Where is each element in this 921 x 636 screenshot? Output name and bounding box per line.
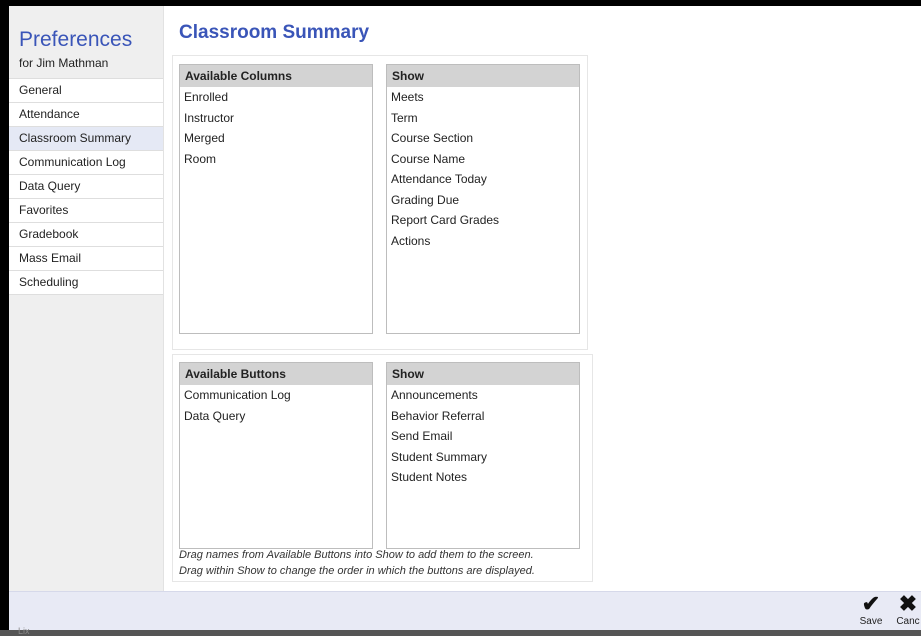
instruction-line-2: Drag within Show to change the order in … bbox=[179, 565, 535, 577]
list-item[interactable]: Room bbox=[180, 149, 372, 170]
list-item[interactable]: Term bbox=[387, 108, 579, 129]
save-button-label: Save bbox=[859, 616, 883, 627]
list-item[interactable]: Grading Due bbox=[387, 190, 579, 211]
show-columns-header: Show bbox=[387, 65, 579, 87]
window-frame-left bbox=[0, 0, 9, 636]
cancel-button[interactable]: ✖ Canc bbox=[895, 592, 921, 627]
cancel-button-label: Canc bbox=[896, 616, 920, 627]
instruction-line-1: Drag names from Available Buttons into S… bbox=[179, 549, 534, 561]
list-item[interactable]: Report Card Grades bbox=[387, 210, 579, 231]
available-buttons-header: Available Buttons bbox=[180, 363, 372, 385]
list-item[interactable]: Attendance Today bbox=[387, 169, 579, 190]
available-buttons-list[interactable]: Available Buttons Communication Log Data … bbox=[179, 362, 373, 549]
show-columns-list[interactable]: Show Meets Term Course Section Course Name A… bbox=[386, 64, 580, 334]
page-title: Classroom Summary bbox=[179, 22, 370, 43]
list-item[interactable]: Behavior Referral bbox=[387, 406, 579, 427]
corner-text: Lix bbox=[18, 626, 30, 636]
list-item[interactable]: Merged bbox=[180, 128, 372, 149]
list-item[interactable]: Student Summary bbox=[387, 447, 579, 468]
window-frame-bottom bbox=[0, 630, 921, 636]
list-item[interactable]: Meets bbox=[387, 87, 579, 108]
available-columns-list[interactable]: Available Columns Enrolled Instructor Merg… bbox=[179, 64, 373, 334]
sidebar-item-scheduling[interactable]: Scheduling bbox=[9, 270, 163, 295]
sidebar-item-communication-log[interactable]: Communication Log bbox=[9, 150, 163, 174]
close-icon: ✖ bbox=[898, 592, 918, 616]
list-item[interactable]: Course Section bbox=[387, 128, 579, 149]
sidebar-item-attendance[interactable]: Attendance bbox=[9, 102, 163, 126]
sidebar-item-mass-email[interactable]: Mass Email bbox=[9, 246, 163, 270]
list-item[interactable]: Send Email bbox=[387, 426, 579, 447]
list-item[interactable]: Announcements bbox=[387, 385, 579, 406]
sidebar-nav: General Attendance Classroom Summary Commun… bbox=[9, 78, 163, 295]
available-columns-header: Available Columns bbox=[180, 65, 372, 87]
preferences-sidebar: Preferences for Jim Mathman General Atten… bbox=[9, 6, 164, 591]
action-bar: ✔ Save ✖ Canc bbox=[9, 591, 921, 631]
save-button[interactable]: ✔ Save bbox=[856, 591, 886, 628]
show-buttons-header: Show bbox=[387, 363, 579, 385]
list-item[interactable]: Student Notes bbox=[387, 467, 579, 488]
list-item[interactable]: Enrolled bbox=[180, 87, 372, 108]
show-buttons-list[interactable]: Show Announcements Behavior Referral Send … bbox=[386, 362, 580, 549]
sidebar-item-general[interactable]: General bbox=[9, 78, 163, 102]
list-item[interactable]: Actions bbox=[387, 231, 579, 252]
list-item[interactable]: Instructor bbox=[180, 108, 372, 129]
list-item[interactable]: Data Query bbox=[180, 406, 372, 427]
list-item[interactable]: Course Name bbox=[387, 149, 579, 170]
sidebar-item-classroom-summary[interactable]: Classroom Summary bbox=[9, 126, 163, 150]
sidebar-title: Preferences bbox=[19, 28, 133, 51]
sidebar-item-gradebook[interactable]: Gradebook bbox=[9, 222, 163, 246]
sidebar-item-favorites[interactable]: Favorites bbox=[9, 198, 163, 222]
checkmark-icon: ✔ bbox=[861, 591, 881, 616]
list-item[interactable]: Communication Log bbox=[180, 385, 372, 406]
sidebar-subtitle: for Jim Mathman bbox=[19, 56, 109, 70]
sidebar-item-data-query[interactable]: Data Query bbox=[9, 174, 163, 198]
